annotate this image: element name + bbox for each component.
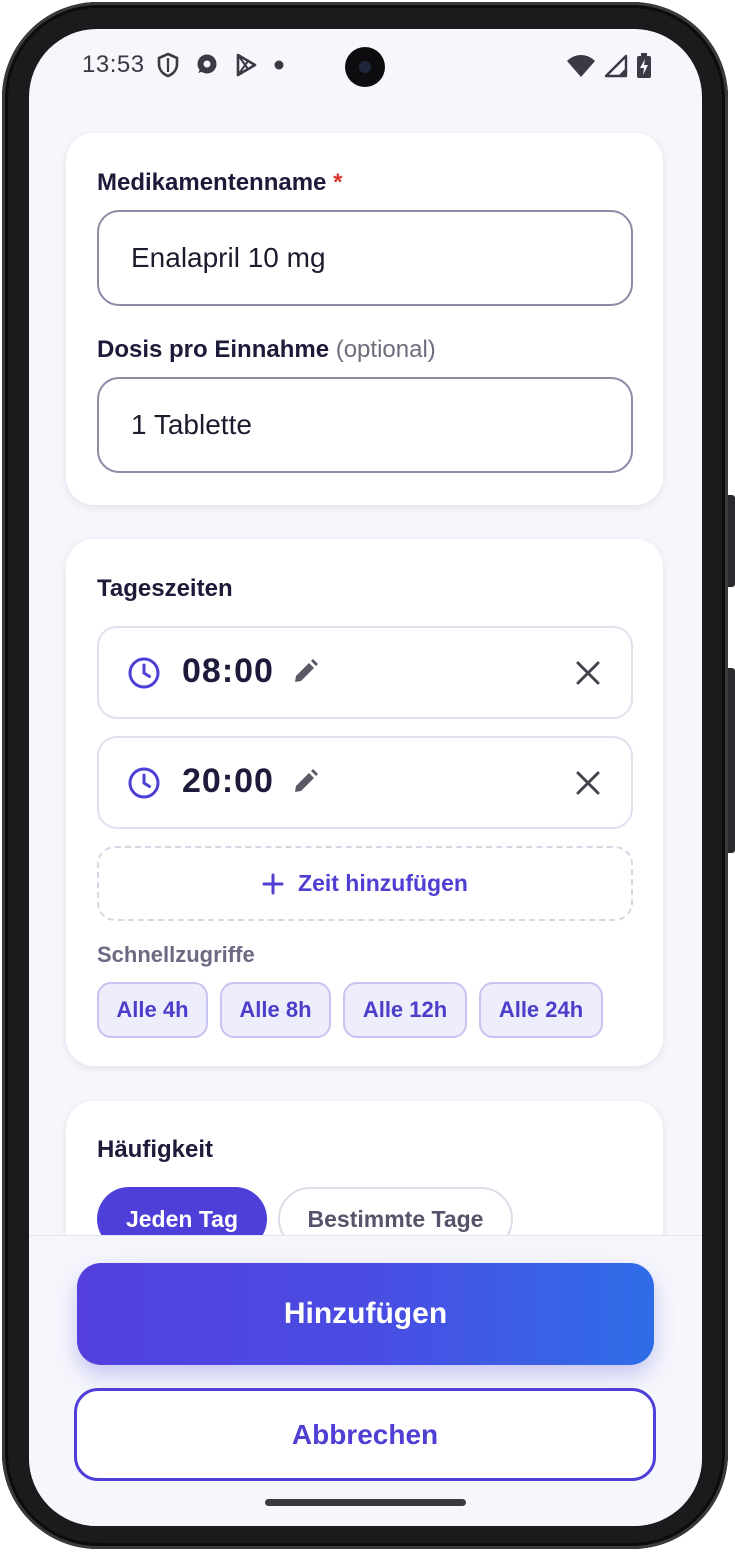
plus-icon [262,873,284,894]
quick-access-label: Schnellzugriffe [97,942,255,967]
bottom-action-bar: Hinzufügen Abbrechen [29,1235,702,1526]
form-scroll-area[interactable]: Medikamentenname * Enalapril 10 mg Dosis… [29,105,702,1235]
phone-frame: 13:53 Medikamentenname * Enalapril 10 mg… [0,0,735,1553]
home-indicator[interactable] [265,1499,466,1506]
frequency-title: Häufigkeit [97,1136,214,1163]
medication-name-value: Enalapril 10 mg [131,242,326,273]
medication-card: Medikamentenname * Enalapril 10 mg Dosis… [66,133,663,505]
front-camera [345,47,385,87]
screen: 13:53 Medikamentenname * Enalapril 10 mg… [29,29,702,1526]
dose-input[interactable]: 1 Tablette [97,377,633,473]
wifi-icon [567,55,595,77]
times-title: Tageszeiten [97,575,233,602]
quick-chip-8h[interactable]: Alle 8h [220,982,331,1038]
play-store-icon [236,53,257,77]
medication-name-label: Medikamentenname * [97,169,342,197]
medication-name-label-text: Medikamentenname [97,169,327,196]
close-icon[interactable] [575,660,601,686]
shield-icon [157,52,179,78]
frequency-option-specific-days[interactable]: Bestimmte Tage [278,1187,513,1235]
required-marker: * [333,169,343,196]
times-card: Tageszeiten 08:00 20:00 Zeit hinzufügen … [66,539,663,1066]
power-button [728,495,735,587]
volume-button [728,668,735,853]
time-value: 20:00 [182,762,274,800]
pencil-icon[interactable] [291,768,319,796]
dose-label: Dosis pro Einnahme (optional) [97,336,436,364]
add-time-label: Zeit hinzufügen [298,870,468,896]
frequency-card: Häufigkeit Jeden Tag Bestimmte Tage [66,1101,663,1235]
status-bar: 13:53 [29,29,702,105]
frequency-option-every-day[interactable]: Jeden Tag [97,1187,267,1235]
cancel-button[interactable]: Abbrechen [74,1388,656,1481]
clock-icon [128,767,160,799]
add-time-button[interactable]: Zeit hinzufügen [97,846,633,921]
clock-icon [128,657,160,689]
battery-charging-icon [637,53,651,78]
status-icons-right [566,53,652,79]
medication-name-input[interactable]: Enalapril 10 mg [97,210,633,306]
time-row[interactable]: 20:00 [97,736,633,829]
quick-access-chips: Alle 4h Alle 8h Alle 12h Alle 24h [97,982,603,1038]
quick-chip-4h[interactable]: Alle 4h [97,982,208,1038]
status-time: 13:53 [82,51,145,78]
time-row[interactable]: 08:00 [97,626,633,719]
quick-chip-24h[interactable]: Alle 24h [479,982,603,1038]
time-value: 08:00 [182,652,274,690]
close-icon[interactable] [575,770,601,796]
dose-value: 1 Tablette [131,409,252,440]
dot-icon [274,60,284,70]
dose-optional-hint: (optional) [335,336,436,363]
quick-chip-12h[interactable]: Alle 12h [343,982,467,1038]
add-button[interactable]: Hinzufügen [77,1263,654,1365]
pencil-icon[interactable] [291,658,319,686]
chat-bubble-icon [197,54,217,74]
status-icons-left [156,52,286,78]
dose-label-text: Dosis pro Einnahme [97,336,330,363]
cell-signal-icon [604,54,628,78]
